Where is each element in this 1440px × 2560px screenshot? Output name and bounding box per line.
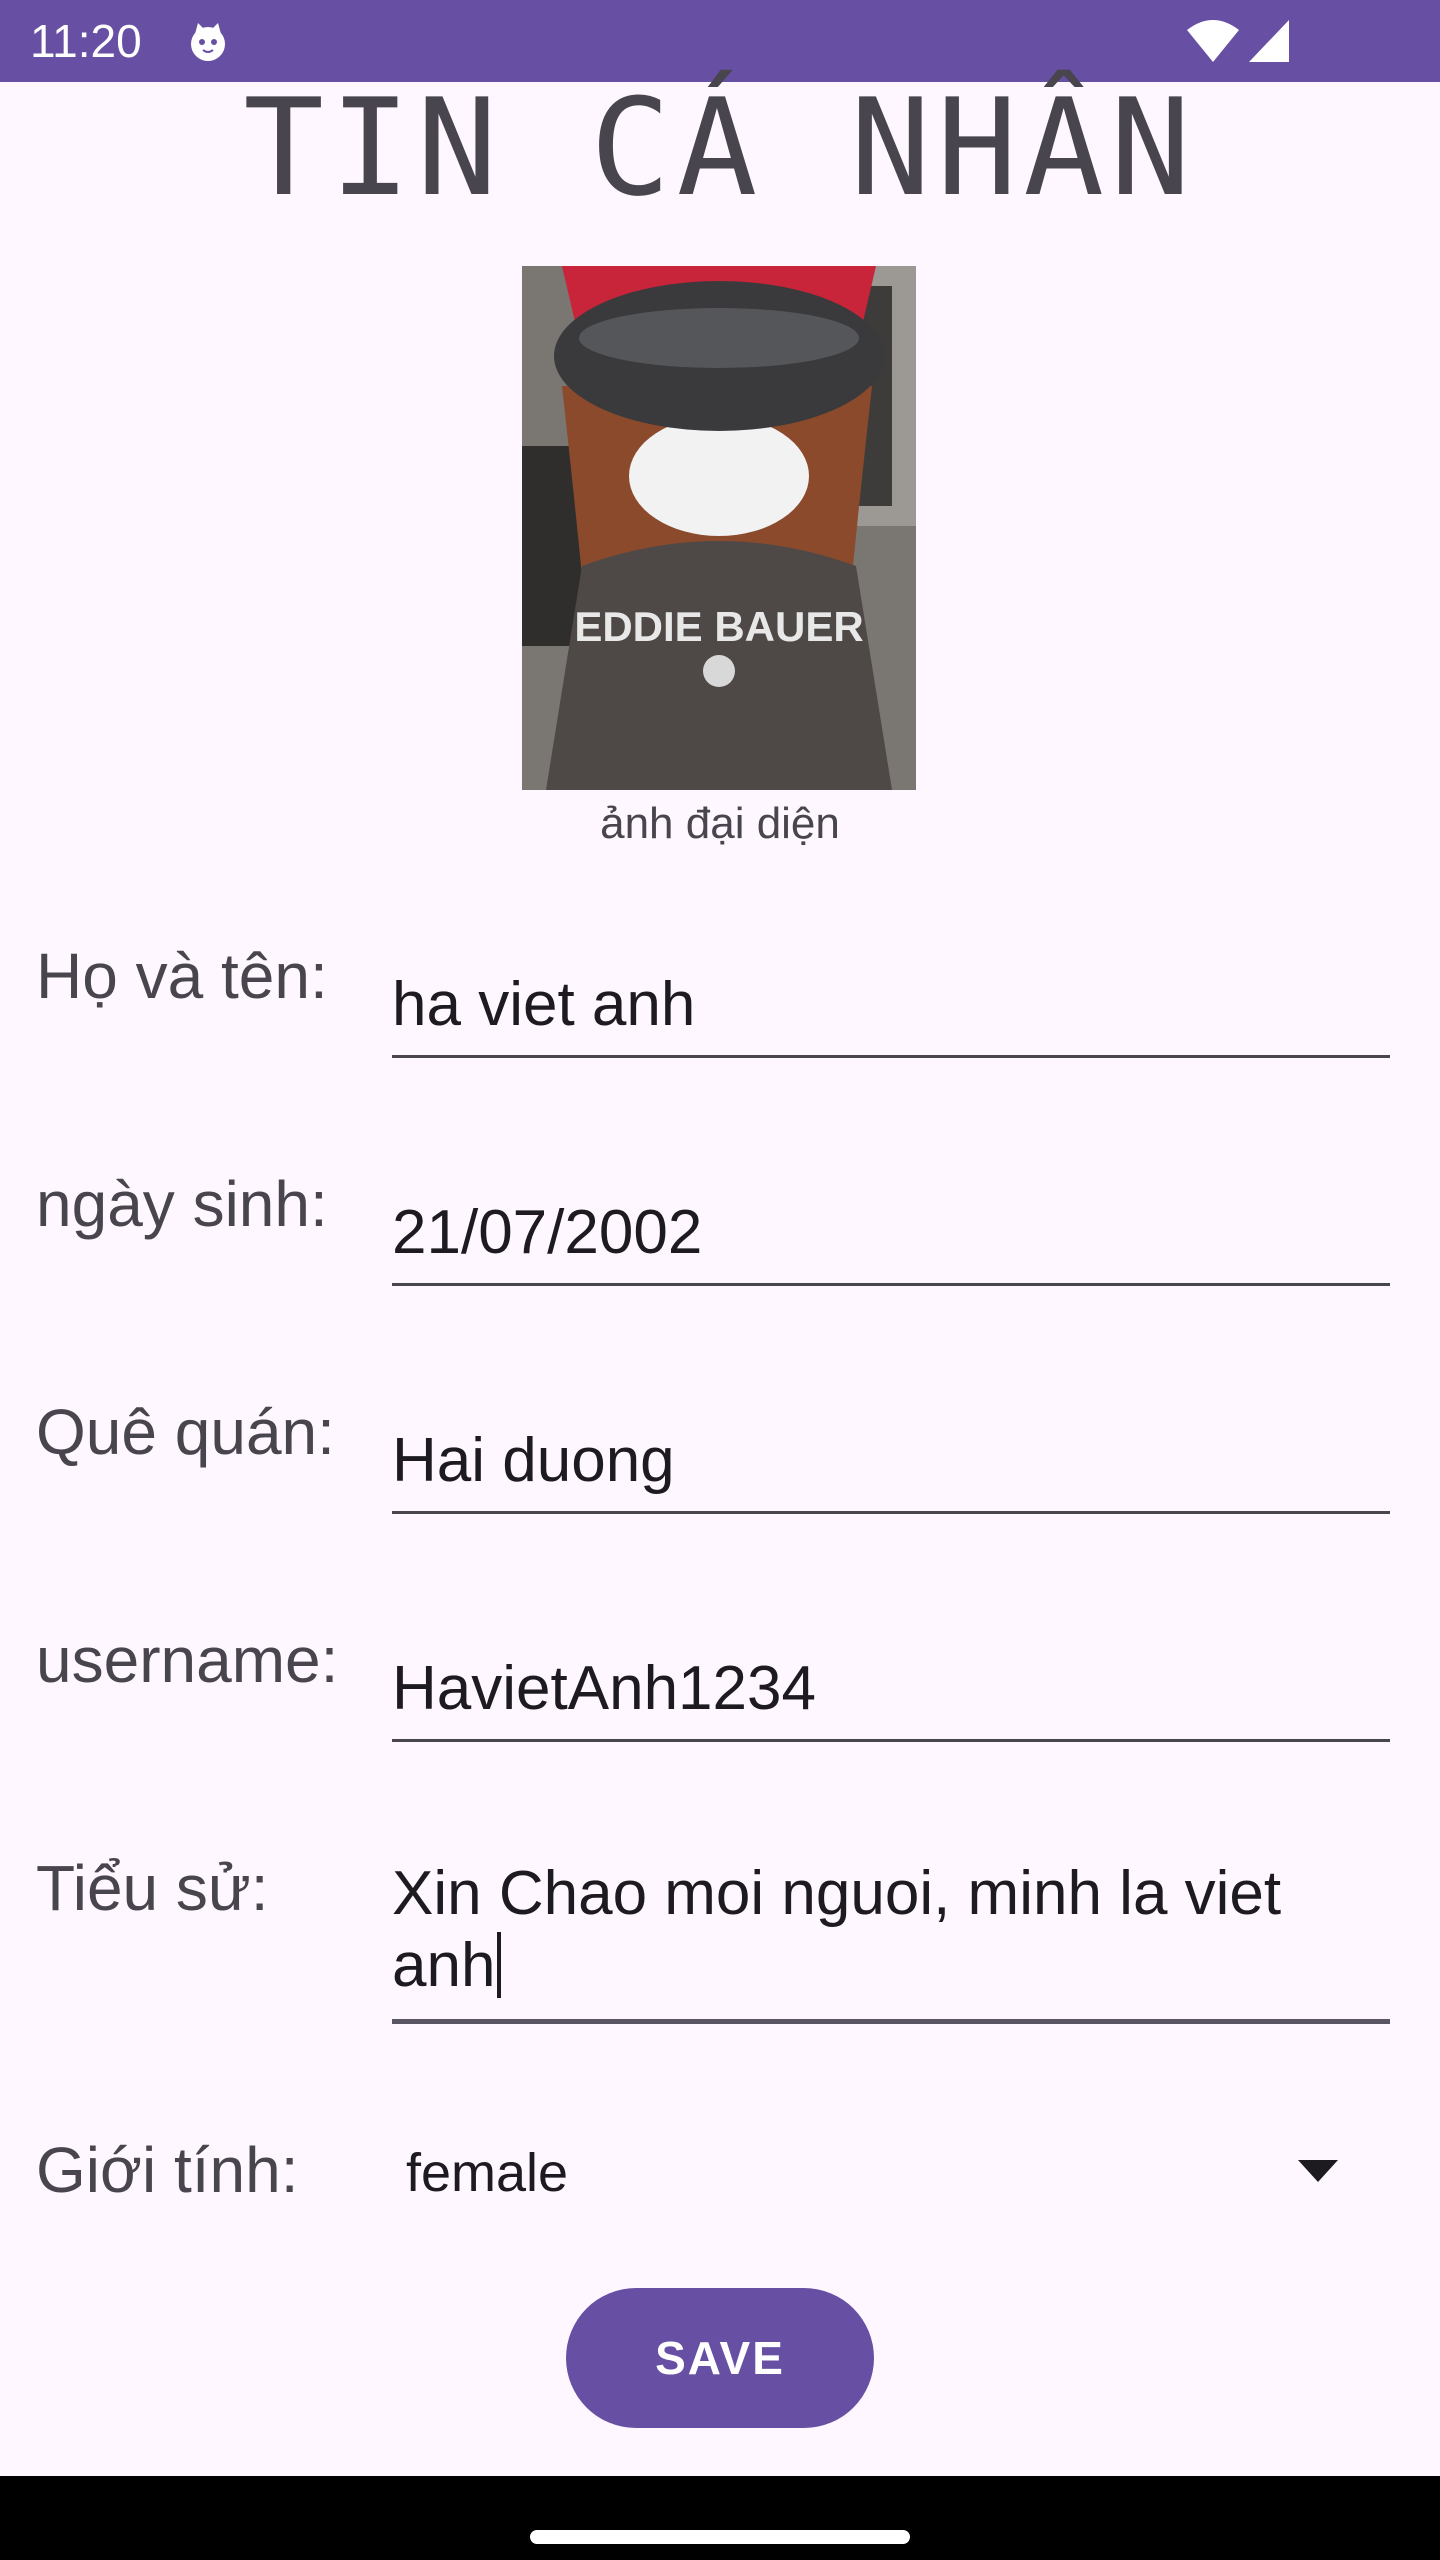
username-field[interactable]: HavietAnh1234 [392,1636,1390,1742]
bio-field[interactable]: Xin Chao moi nguoi, minh la viet anh [392,1852,1390,2024]
hometown-input-value[interactable]: Hai duong [392,1425,675,1497]
gender-label: Giới tính: [36,2134,299,2206]
fullname-label: Họ và tên: [36,940,328,1012]
username-input-value[interactable]: HavietAnh1234 [392,1653,816,1725]
text-cursor [497,1932,502,1998]
avatar-image[interactable]: EDDIE BAUER [522,266,916,790]
fullname-input-value[interactable]: ha viet anh [392,969,695,1041]
birthday-input-value[interactable]: 21/07/2002 [392,1197,702,1269]
hometown-field[interactable]: Hai duong [392,1408,1390,1514]
cat-notification-icon [191,23,225,61]
birthday-field[interactable]: 21/07/2002 [392,1180,1390,1286]
page-title: TIN CÁ NHÂN [243,70,1197,226]
bio-input-value[interactable]: Xin Chao moi nguoi, minh la viet anh [392,1859,1281,2000]
hometown-label: Quê quán: [36,1396,335,1468]
save-button[interactable]: SAVE [566,2288,874,2428]
dropdown-arrow-icon[interactable] [1298,2160,1338,2184]
svg-text:EDDIE BAUER: EDDIE BAUER [574,603,863,650]
signal-icon [1249,20,1289,62]
avatar-photo: EDDIE BAUER [522,266,916,790]
username-label: username: [36,1624,339,1696]
gender-selected-value: female [406,2143,569,2203]
status-time: 11:20 [30,15,142,67]
fullname-field[interactable]: ha viet anh [392,952,1390,1058]
wifi-icon [1187,20,1239,62]
gender-dropdown[interactable]: female [392,2130,1390,2216]
birthday-label: ngày sinh: [36,1168,328,1240]
bio-label: Tiểu sử: [36,1852,269,1924]
home-gesture-handle[interactable] [530,2530,910,2544]
navigation-bar [0,2476,1440,2560]
avatar-caption: ảnh đại diện [600,799,840,848]
